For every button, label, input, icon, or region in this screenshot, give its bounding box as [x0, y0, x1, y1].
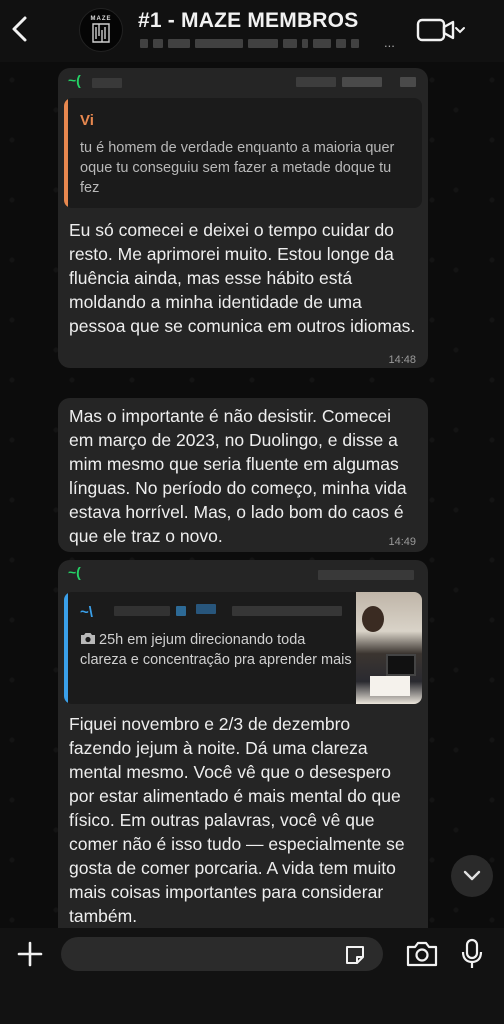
- message-sender[interactable]: ~(: [68, 72, 81, 88]
- message-text: Eu só comecei e deixei o tempo cuidar do…: [69, 220, 416, 336]
- message-bubble[interactable]: ~( Vi tu é homem de verdade enquanto a m…: [58, 68, 428, 368]
- scroll-to-bottom-button[interactable]: [451, 855, 493, 897]
- chevron-down-icon: [463, 870, 481, 881]
- quote-author: Vi: [80, 112, 94, 129]
- message-text: Mas o importante é não desistir. Comecei…: [69, 406, 407, 546]
- thumbnail-person: [362, 606, 384, 632]
- sender-phone-redacted: [318, 570, 414, 580]
- quote-image-thumbnail: [356, 592, 422, 704]
- sender-phone-redacted: [400, 77, 416, 87]
- message-time: 14:49: [388, 536, 416, 548]
- message-list[interactable]: ~( Vi tu é homem de verdade enquanto a m…: [0, 62, 504, 928]
- message-time: 14:48: [388, 354, 416, 366]
- quoted-message[interactable]: ~\ 25h em jejum direcionando toda clarez…: [64, 592, 422, 704]
- video-camera-icon[interactable]: [416, 17, 470, 43]
- quote-author-redacted: [196, 604, 216, 614]
- sticker-icon[interactable]: [343, 943, 367, 967]
- maze-logo-icon: [92, 23, 110, 43]
- camera-icon[interactable]: [406, 940, 438, 968]
- thumbnail-paper: [370, 676, 410, 696]
- quote-author-redacted: [176, 606, 186, 616]
- quote-text: tu é homem de verdade enquanto a maioria…: [80, 140, 395, 196]
- quote-accent-bar: [64, 592, 68, 704]
- thumbnail-laptop: [386, 654, 416, 676]
- message-text: Fiquei novembro e 2/3 de dezembro fazend…: [69, 714, 405, 926]
- microphone-icon[interactable]: [460, 938, 484, 970]
- chat-subtitle-ellipsis: ...: [384, 35, 395, 50]
- chevron-left-icon[interactable]: [8, 14, 32, 44]
- chat-title[interactable]: #1 - MAZE MEMBROS: [138, 9, 358, 33]
- message-sender[interactable]: ~(: [68, 564, 81, 580]
- quote-text-content: 25h em jejum direcionando toda clareza e…: [80, 632, 352, 668]
- sender-phone-redacted: [342, 77, 382, 87]
- quote-phone-redacted: [232, 606, 342, 616]
- camera-icon: [81, 633, 95, 644]
- quote-author: ~\: [80, 604, 93, 621]
- quote-text: 25h em jejum direcionando toda clareza e…: [80, 630, 352, 670]
- sender-phone-redacted: [296, 77, 336, 87]
- message-input[interactable]: [61, 937, 383, 971]
- message-bubble[interactable]: ~( ~\ 25h em jejum direcionando toda cla…: [58, 560, 428, 928]
- quote-accent-bar: [64, 98, 68, 208]
- quoted-message[interactable]: Vi tu é homem de verdade enquanto a maio…: [64, 98, 422, 208]
- chat-subtitle-redacted: [140, 36, 395, 50]
- group-avatar[interactable]: MAZE: [79, 8, 123, 52]
- plus-icon[interactable]: [16, 940, 44, 968]
- sender-phone-redacted: [92, 78, 122, 88]
- chat-header: MAZE #1 - MAZE MEMBROS ...: [0, 0, 504, 62]
- message-bubble[interactable]: Mas o importante é não desistir. Comecei…: [58, 398, 428, 552]
- quote-author-redacted: [114, 606, 170, 616]
